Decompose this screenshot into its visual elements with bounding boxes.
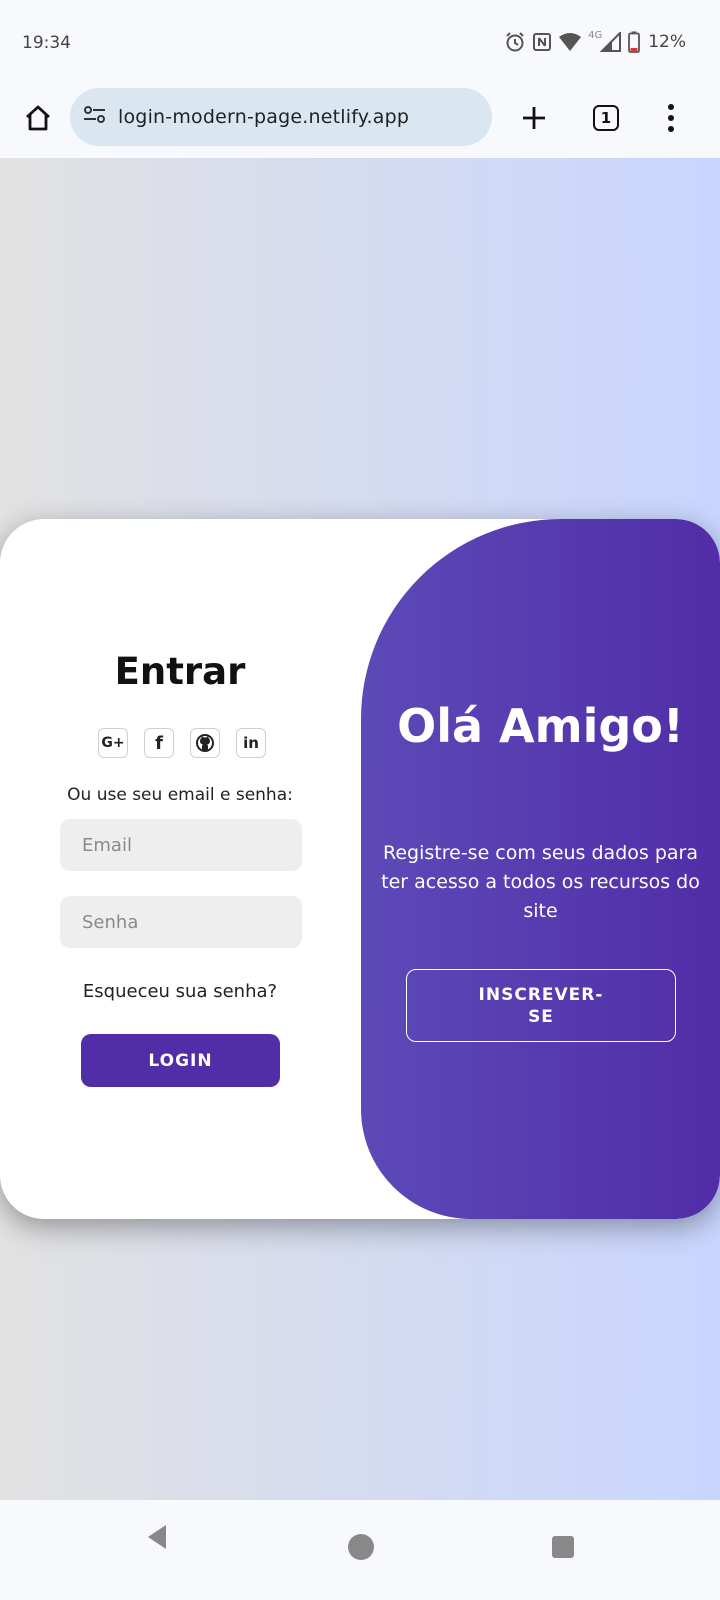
home-icon bbox=[26, 105, 50, 131]
github-glyph bbox=[196, 734, 214, 752]
status-icons: 4G 12% bbox=[504, 30, 686, 54]
url-bar[interactable]: login-modern-page.netlify.app bbox=[70, 88, 492, 146]
toggle-title: Olá Amigo! bbox=[397, 699, 684, 753]
menu-dot bbox=[668, 115, 674, 121]
menu-dot bbox=[668, 126, 674, 132]
signal-icon: 4G bbox=[588, 30, 622, 54]
recents-icon[interactable] bbox=[552, 1536, 574, 1558]
linkedin-label: in bbox=[243, 734, 259, 752]
tabs-icon: 1 bbox=[593, 105, 619, 131]
system-nav-bar bbox=[0, 1500, 720, 1600]
forgot-password-link[interactable]: Esqueceu sua senha? bbox=[0, 981, 360, 1002]
social-icons: G+ f in bbox=[98, 728, 266, 758]
sign-in-panel: Entrar G+ f in Ou use seu email e senha:… bbox=[0, 519, 360, 1219]
google-plus-label: G+ bbox=[101, 735, 125, 751]
login-button[interactable]: LOGIN bbox=[81, 1034, 280, 1087]
login-card: Entrar G+ f in Ou use seu email e senha:… bbox=[0, 519, 720, 1219]
alarm-icon bbox=[504, 30, 526, 54]
battery-percent: 12% bbox=[648, 32, 686, 52]
email-field[interactable] bbox=[60, 819, 302, 871]
new-tab-icon bbox=[523, 107, 545, 129]
back-icon[interactable] bbox=[144, 1522, 170, 1556]
google-plus-icon[interactable]: G+ bbox=[98, 728, 128, 758]
url-text: login-modern-page.netlify.app bbox=[118, 106, 410, 128]
or-text: Ou use seu email e senha: bbox=[67, 785, 293, 805]
toggle-text: Registre-se com seus dados para ter aces… bbox=[381, 842, 700, 922]
signup-button[interactable]: INSCREVER-SE bbox=[406, 969, 676, 1042]
menu-dot bbox=[668, 104, 674, 110]
status-bar: 19:34 4G 12% bbox=[0, 0, 720, 80]
facebook-label: f bbox=[155, 732, 163, 754]
linkedin-icon[interactable]: in bbox=[236, 728, 266, 758]
wifi-icon bbox=[558, 30, 582, 54]
more-menu-button[interactable] bbox=[656, 98, 686, 138]
home-nav-icon[interactable] bbox=[348, 1534, 374, 1560]
page-viewport: Entrar G+ f in Ou use seu email e senha:… bbox=[0, 158, 720, 1500]
browser-toolbar: login-modern-page.netlify.app 1 bbox=[0, 80, 720, 158]
home-button[interactable] bbox=[18, 98, 58, 138]
github-icon[interactable] bbox=[190, 728, 220, 758]
toggle-panel: Olá Amigo! Registre-se com seus dados pa… bbox=[361, 519, 720, 1219]
nfc-icon bbox=[532, 30, 552, 54]
sign-in-title: Entrar bbox=[114, 650, 246, 693]
battery-icon bbox=[628, 30, 641, 54]
new-tab-button[interactable] bbox=[514, 98, 554, 138]
facebook-icon[interactable]: f bbox=[144, 728, 174, 758]
tabs-button[interactable]: 1 bbox=[586, 98, 626, 138]
site-settings-icon[interactable] bbox=[82, 104, 108, 130]
status-time: 19:34 bbox=[22, 33, 71, 53]
password-field[interactable] bbox=[60, 896, 302, 948]
